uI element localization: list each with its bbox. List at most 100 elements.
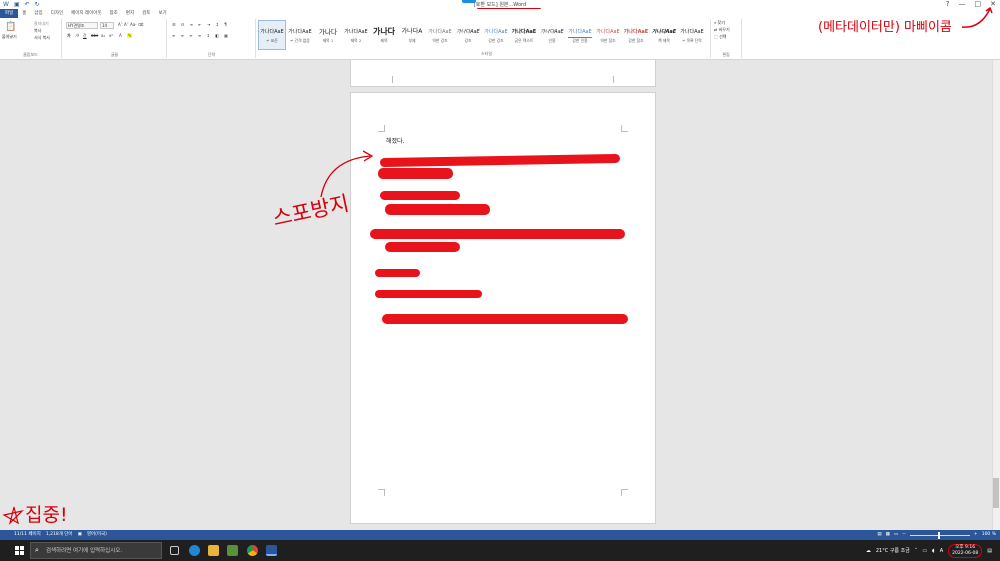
tab-mailings[interactable]: 편지 bbox=[122, 9, 138, 18]
web-layout-icon[interactable]: ▭ bbox=[894, 531, 898, 539]
chevron-up-icon[interactable]: ˄ bbox=[915, 548, 918, 554]
style-no-spacing[interactable]: 가나다AaE ↵ 간격 없음 bbox=[286, 20, 314, 50]
style-sample: 가나다AaE bbox=[651, 29, 677, 35]
chrome-icon[interactable] bbox=[247, 545, 258, 556]
align-icons[interactable]: ≡ ≡ ≡ ≡ ↕ ◧ ▦ bbox=[172, 33, 230, 38]
style-list-paragraph[interactable]: 가나다AaE ↵ 목록 단락 bbox=[678, 20, 706, 50]
underline-button[interactable]: 간 bbox=[83, 33, 87, 39]
language-indicator[interactable]: 영어(미국) bbox=[87, 531, 107, 539]
highlight-icon[interactable]: ✎ bbox=[127, 33, 133, 38]
cut-button[interactable]: 잘라내기 bbox=[34, 21, 49, 27]
store-icon[interactable] bbox=[227, 545, 238, 556]
format-painter-button[interactable]: 서식 복사 bbox=[34, 35, 50, 41]
zoom-thumb[interactable] bbox=[937, 531, 940, 539]
style-sample: 가나다 bbox=[372, 27, 396, 36]
tab-insert[interactable]: 삽입 bbox=[30, 9, 46, 18]
paste-button[interactable]: 붙여넣기 bbox=[2, 34, 17, 40]
style-normal[interactable]: 가나다AaE ↵ 표준 bbox=[258, 20, 286, 50]
style-name: 인용 bbox=[548, 38, 556, 43]
style-book-title[interactable]: 가나다AaE 책 제목 bbox=[650, 20, 678, 50]
style-subtle-reference[interactable]: 가나다AaE 약한 참조 bbox=[594, 20, 622, 50]
vertical-scrollbar[interactable] bbox=[992, 60, 1000, 530]
read-mode-icon[interactable]: ▤ bbox=[877, 531, 881, 539]
tab-file[interactable]: 파일 bbox=[0, 9, 19, 18]
print-layout-icon[interactable]: ▦ bbox=[886, 531, 890, 539]
clock[interactable]: 오후 9:16 2022-06-08 bbox=[948, 543, 983, 558]
style-subtitle[interactable]: 가나다A 부제 bbox=[398, 20, 426, 50]
tab-home[interactable]: 홈 bbox=[18, 9, 30, 18]
subscript-button[interactable]: x₂ bbox=[101, 33, 105, 38]
volume-icon[interactable]: ◖ bbox=[932, 548, 935, 554]
style-emphasis[interactable]: 가나다AaE 강조 bbox=[454, 20, 482, 50]
page-counter[interactable]: 11/11 페이지 bbox=[14, 531, 41, 539]
font-color-icon[interactable]: A bbox=[119, 33, 122, 38]
style-quote[interactable]: 가나다AaE 인용 bbox=[538, 20, 566, 50]
strikethrough-button[interactable]: abc bbox=[91, 33, 98, 38]
weather-text[interactable]: 21°C 구름 조금 bbox=[876, 547, 910, 554]
style-intense-quote[interactable]: 가나다AaE 강한 인용 bbox=[566, 20, 594, 50]
notification-icon[interactable]: ▤ bbox=[987, 548, 992, 554]
taskbar-search[interactable]: ⌕ bbox=[30, 542, 162, 559]
style-subtle-emphasis[interactable]: 가나다AaE 약한 강조 bbox=[426, 20, 454, 50]
grow-font-icon[interactable]: A˄ A˅ Aa· ⌫ bbox=[118, 22, 143, 27]
taskbar: ⌕ ☁ 21°C 구름 조금 ˄ ▭ ◖ A 오후 9:16 2022-06-0… bbox=[0, 540, 1000, 561]
italic-button[interactable]: 가 bbox=[75, 33, 79, 39]
search-input[interactable] bbox=[46, 543, 161, 558]
tab-review[interactable]: 검토 bbox=[138, 9, 154, 18]
style-intense-emphasis[interactable]: 가나다AaE 강한 강조 bbox=[482, 20, 510, 50]
tab-design[interactable]: 디자인 bbox=[47, 9, 67, 18]
scrollbar-thumb[interactable] bbox=[993, 478, 999, 508]
zoom-level[interactable]: 100 % bbox=[982, 531, 996, 539]
style-intense-reference[interactable]: 가나다AaE 강한 참조 bbox=[622, 20, 650, 50]
styles-gallery: 가나다AaE ↵ 표준 가나다AaE ↵ 간격 없음 가나다 제목 1 가나다AaE 제… bbox=[258, 20, 706, 50]
list-bullets-icon[interactable]: ☰ ☷ ≡ ⇤ ⇥ ↕ ¶ bbox=[172, 22, 229, 27]
status-bar: 11/11 페이지 1,218개 단어 ▣ 영어(미국) ▤ ▦ ▭ − + 1… bbox=[0, 530, 1000, 540]
font-name-select[interactable]: HY견명조 bbox=[66, 22, 98, 29]
style-strong[interactable]: 가나다AaE 굵은 텍스트 bbox=[510, 20, 538, 50]
tab-references[interactable]: 참조 bbox=[106, 9, 122, 18]
style-sample: 가나다AaE bbox=[260, 29, 284, 35]
editing-group-label: 편집 bbox=[722, 52, 730, 57]
margin-marker bbox=[621, 125, 628, 132]
previous-page[interactable] bbox=[350, 60, 656, 87]
superscript-button[interactable]: x² bbox=[109, 33, 113, 38]
editing-group: ⌕ 찾기 ⇄ 바꾸기 ⬚ 선택 편집 bbox=[710, 19, 742, 58]
redaction-mark bbox=[385, 242, 460, 252]
zoom-slider[interactable] bbox=[909, 531, 970, 539]
file-explorer-icon[interactable] bbox=[208, 545, 219, 556]
windows-start-icon[interactable] bbox=[15, 546, 24, 555]
annotation-bottom-left: 집중! bbox=[25, 504, 68, 526]
copy-button[interactable]: 복사 bbox=[34, 28, 41, 34]
window-title: [호환 모드] 원본...Word bbox=[473, 2, 527, 8]
network-icon[interactable]: ▭ bbox=[922, 548, 927, 554]
zoom-in-button[interactable]: + bbox=[974, 531, 978, 539]
tab-page-layout[interactable]: 페이지 레이아웃 bbox=[67, 9, 105, 18]
bold-button[interactable]: 가 bbox=[67, 33, 71, 39]
tab-view[interactable]: 보기 bbox=[154, 9, 170, 18]
select-button[interactable]: ⬚ 선택 bbox=[714, 34, 726, 40]
style-name: 제목 2 bbox=[350, 38, 362, 43]
find-button[interactable]: ⌕ 찾기 bbox=[714, 20, 725, 26]
style-title[interactable]: 가나다 제목 bbox=[370, 20, 398, 50]
word-count[interactable]: 1,218개 단어 bbox=[46, 531, 73, 539]
word-taskbar-icon[interactable] bbox=[266, 545, 277, 556]
style-sample: 가나다 bbox=[319, 28, 337, 36]
proofing-icon[interactable]: ▣ bbox=[78, 531, 82, 539]
redaction-mark bbox=[375, 269, 420, 277]
zoom-out-button[interactable]: − bbox=[902, 531, 906, 539]
help-button[interactable]: ? bbox=[946, 0, 950, 8]
paste-icon[interactable]: 📋 bbox=[5, 22, 16, 32]
ime-indicator[interactable]: A bbox=[940, 548, 943, 554]
task-view-icon[interactable] bbox=[170, 546, 179, 555]
font-name-value: HY견명조 bbox=[68, 23, 85, 28]
font-size-value: 14 bbox=[102, 23, 108, 28]
style-heading-2[interactable]: 가나다AaE 제목 2 bbox=[342, 20, 370, 50]
font-size-select[interactable]: 14 bbox=[100, 22, 114, 29]
system-tray: ☁ 21°C 구름 조금 ˄ ▭ ◖ A 오후 9:16 2022-06-08 … bbox=[866, 540, 992, 561]
replace-button[interactable]: ⇄ 바꾸기 bbox=[714, 27, 730, 33]
weather-icon[interactable]: ☁ bbox=[866, 548, 871, 554]
edge-icon[interactable] bbox=[189, 545, 200, 556]
style-sample: 가나다AaE bbox=[344, 29, 368, 35]
style-heading-1[interactable]: 가나다 제목 1 bbox=[314, 20, 342, 50]
style-name: 굵은 텍스트 bbox=[514, 38, 534, 43]
